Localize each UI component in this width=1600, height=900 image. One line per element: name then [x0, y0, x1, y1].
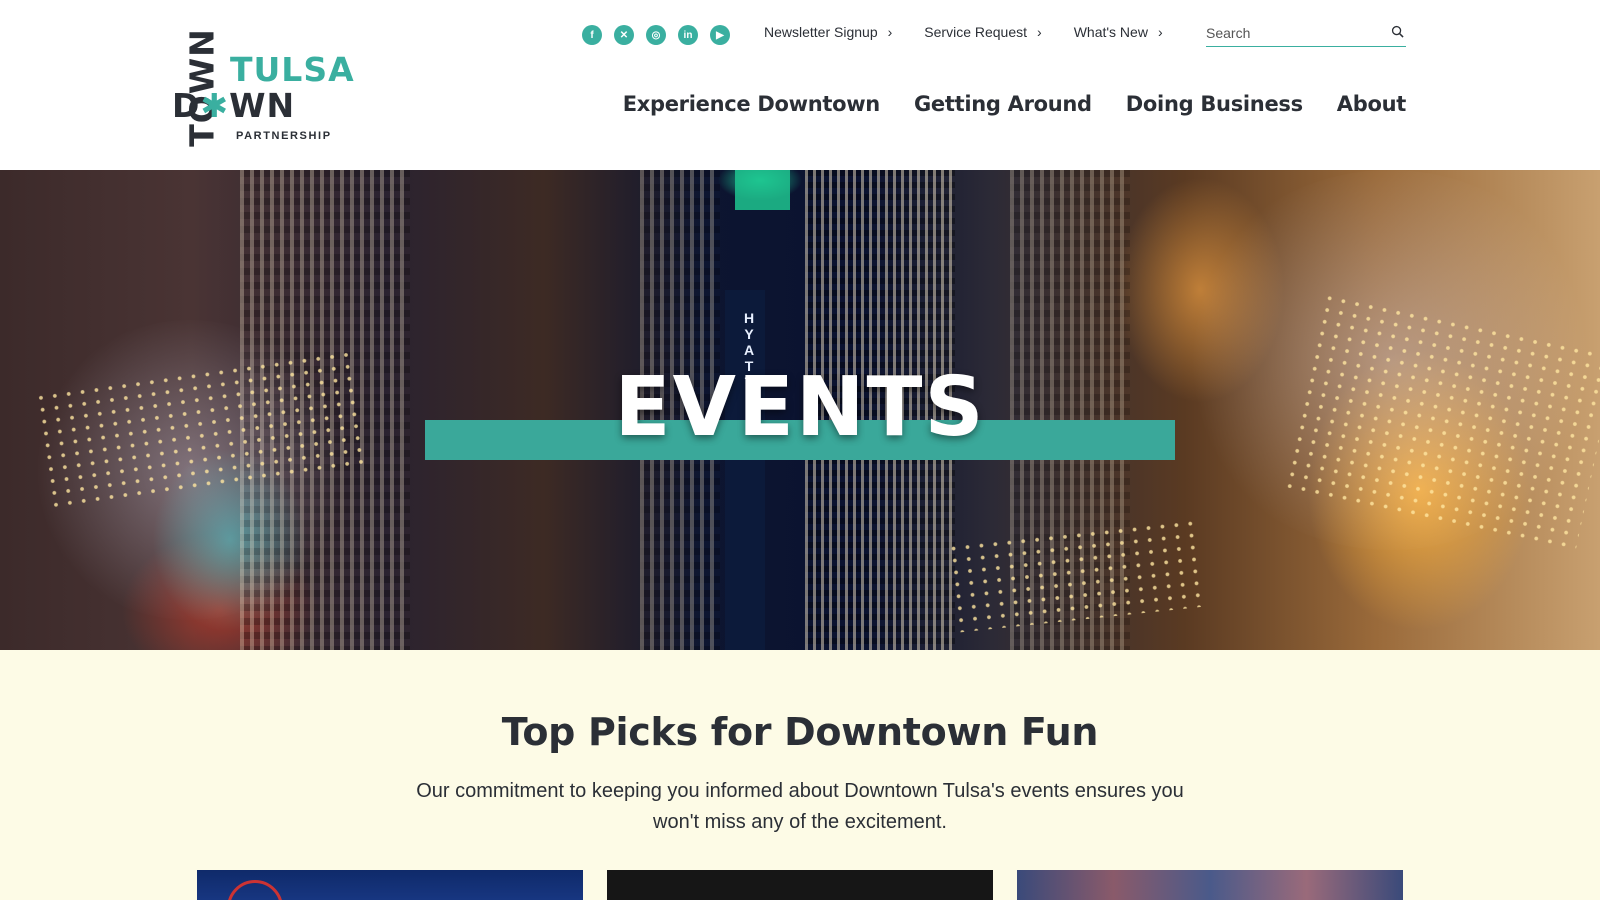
section-title: Top Picks for Downtown Fun [501, 710, 1099, 754]
hero-banner: HYATT EVENTS [0, 170, 1600, 650]
site-header: TOWN TULSA D✱WN PARTNERSHIP f ✕ ◎ in ▶ N… [0, 0, 1600, 170]
social-links: f ✕ ◎ in ▶ [582, 25, 730, 45]
event-card-2[interactable] [607, 870, 993, 900]
chevron-right-icon: › [887, 24, 893, 40]
search-icon[interactable] [1391, 25, 1404, 38]
tower-green-top [735, 170, 790, 210]
linkedin-icon[interactable]: in [678, 25, 698, 45]
section-description: Our commitment to keeping you informed a… [416, 780, 1184, 833]
page-title: EVENTS [614, 360, 986, 455]
search-box [1206, 22, 1406, 47]
utility-nav: Newsletter Signup › Service Request › Wh… [764, 24, 1163, 40]
whats-new-link[interactable]: What's New › [1074, 24, 1163, 40]
logo-down-word: D✱WN [172, 86, 296, 125]
downtown-tulsa-partnership-logo[interactable]: TOWN TULSA D✱WN PARTNERSHIP [172, 24, 354, 147]
main-nav: Experience Downtown Getting Around Doing… [623, 92, 1407, 116]
logo-tulsa-text: TULSA [230, 50, 355, 89]
whats-new-label: What's New [1073, 24, 1148, 40]
nav-getting-around[interactable]: Getting Around [914, 92, 1092, 116]
chevron-right-icon: › [1157, 24, 1163, 40]
service-request-link[interactable]: Service Request › [924, 24, 1041, 40]
nav-about[interactable]: About [1337, 92, 1407, 116]
facebook-icon[interactable]: f [582, 25, 602, 45]
youtube-icon[interactable]: ▶ [710, 25, 730, 45]
search-input[interactable] [1206, 22, 1386, 41]
event-card-3[interactable] [1017, 870, 1403, 900]
logo-down-text: D✱WN [172, 86, 295, 125]
nav-doing-business[interactable]: Doing Business [1126, 92, 1303, 116]
nav-experience-downtown[interactable]: Experience Downtown [623, 92, 881, 116]
chevron-right-icon: › [1037, 24, 1042, 40]
top-picks-section: Top Picks for Downtown Fun Our commitmen… [0, 650, 1600, 900]
event-card-1[interactable] [197, 870, 583, 900]
instagram-icon[interactable]: ◎ [646, 25, 666, 45]
x-icon[interactable]: ✕ [614, 25, 634, 45]
newsletter-signup-label: Newsletter Signup [764, 24, 878, 40]
logo-star-icon: ✱ [200, 86, 230, 125]
string-lights-bottom [945, 517, 1205, 633]
newsletter-signup-link[interactable]: Newsletter Signup › [764, 24, 892, 40]
logo-partnership-text: PARTNERSHIP [236, 130, 332, 142]
service-request-label: Service Request [924, 24, 1028, 40]
